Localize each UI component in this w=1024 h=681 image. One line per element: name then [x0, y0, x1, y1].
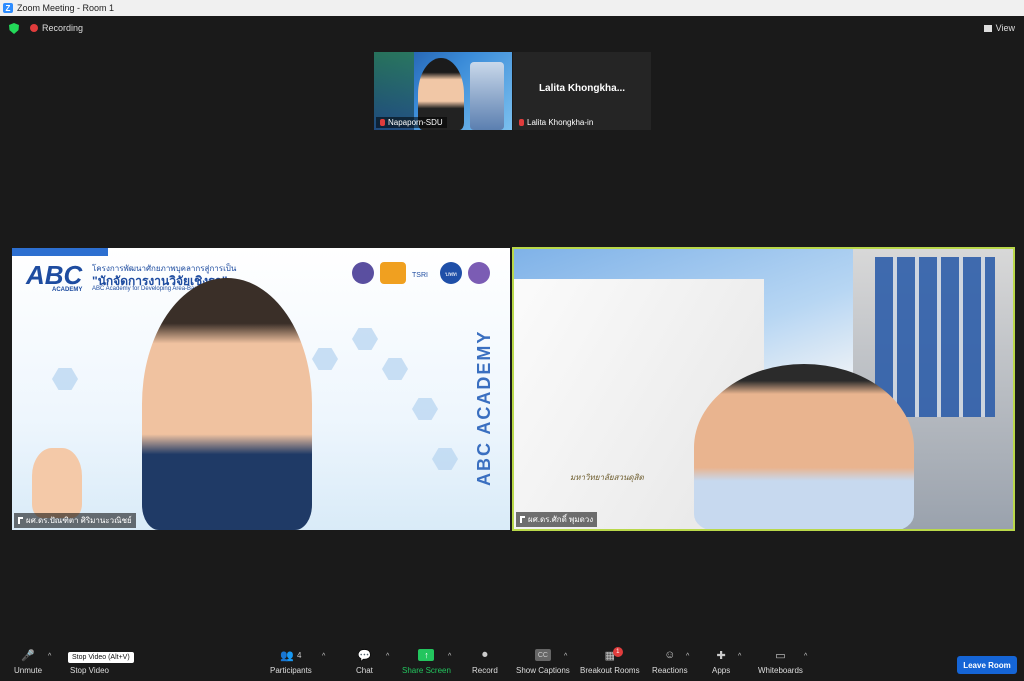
hexagon-decoration [412, 398, 438, 420]
participant-name: ผศ.ดร.ศักดิ์ พุมดวง [528, 515, 594, 524]
participant-display-name: Lalita Khongkha... [538, 83, 626, 94]
cartoon-character [32, 448, 82, 518]
reactions-icon: ☺ [664, 649, 676, 661]
participants-icon: 👥 4 [280, 649, 302, 662]
university-sign: มหาวิทยาลัยสวนดุสิต [570, 473, 644, 482]
breakout-rooms-icon: ▦ 1 [602, 647, 623, 662]
hexagon-decoration [382, 358, 408, 380]
whiteboards-options-chevron-icon[interactable]: ^ [804, 653, 807, 660]
unmute-button[interactable]: 🎤 Unmute [14, 649, 42, 676]
show-captions-button[interactable]: CC Show Captions [516, 649, 570, 675]
captions-options-chevron-icon[interactable]: ^ [564, 653, 567, 660]
zoom-logo-icon: Z [3, 3, 13, 13]
audio-options-chevron-icon[interactable]: ^ [48, 653, 51, 660]
apps-button[interactable]: ✚ Apps [712, 649, 730, 676]
microphone-muted-icon: 🎤 [21, 649, 35, 662]
hexagon-decoration [432, 448, 458, 470]
whiteboards-button[interactable]: ▭ Whiteboards [758, 649, 803, 676]
sponsor-logo-icon [468, 262, 490, 284]
sponsor-logo-icon: บพท [440, 262, 462, 284]
apps-options-chevron-icon[interactable]: ^ [738, 653, 741, 660]
sponsor-tsri-label: TSRI [412, 272, 428, 279]
meeting-toolbar: 🎤 Unmute ^ Stop Video 👥 4 Participants ^ … [0, 643, 1024, 681]
share-options-chevron-icon[interactable]: ^ [448, 653, 451, 660]
recording-indicator[interactable]: Recording [30, 23, 83, 33]
video-tile-right-active-speaker[interactable]: มหาวิทยาลัยสวนดุสิต ผศ.ดร.ศักดิ์ พุมดวง [512, 247, 1015, 531]
chat-options-chevron-icon[interactable]: ^ [386, 653, 389, 660]
title-bar: Z Zoom Meeting - Room 1 [0, 0, 1024, 16]
video-thumbnail-napaporn[interactable]: Napaporn-SDU [374, 52, 512, 130]
video-tile-left[interactable]: ABC ACADEMY โครงการพัฒนาศักยภาพบุคลากรสู่… [12, 248, 510, 530]
participant-name: Napaporn-SDU [388, 118, 443, 127]
view-button[interactable]: View [983, 23, 1015, 33]
recording-dot-icon [30, 24, 38, 32]
pin-icon [18, 517, 23, 524]
leave-room-button[interactable]: Leave Room [957, 656, 1017, 674]
participant-name-tag: ผศ.ดร.ศักดิ์ พุมดวง [516, 512, 598, 527]
sponsor-logo-icon [380, 262, 406, 284]
view-grid-icon [983, 24, 992, 32]
record-icon: ⏺ [482, 648, 488, 661]
participants-options-chevron-icon[interactable]: ^ [322, 653, 325, 660]
reactions-options-chevron-icon[interactable]: ^ [686, 653, 689, 660]
recording-label: Recording [42, 23, 84, 33]
view-label: View [995, 23, 1015, 33]
building-windows [875, 257, 995, 417]
participant-name-tag: ผศ.ดร.ปัณฑิตา ศิริมานะวณิชย์ [14, 513, 136, 528]
status-bar [0, 16, 1024, 42]
participant-name: ผศ.ดร.ปัณฑิตา ศิริมานะวณิชย์ [26, 516, 132, 525]
sponsor-logo-icon [352, 262, 374, 284]
banner-bar [12, 248, 108, 256]
window-title: Zoom Meeting - Room 1 [17, 3, 115, 13]
hexagon-decoration [352, 328, 378, 350]
chat-button[interactable]: 💬 Chat [356, 649, 373, 676]
reactions-button[interactable]: ☺ Reactions [652, 649, 688, 675]
sponsor-logos: TSRI บพท [352, 262, 490, 284]
whiteboard-icon: ▭ [775, 649, 786, 662]
abc-academy-logo: ABC ACADEMY [26, 260, 83, 293]
participant-name-tag: Napaporn-SDU [376, 117, 447, 128]
mic-muted-icon [519, 119, 524, 126]
apps-icon: ✚ [716, 649, 726, 662]
video-thumbnail-lalita[interactable]: Lalita Khongkha... Lalita Khongkha-in [513, 52, 651, 130]
participant-name: Lalita Khongkha-in [527, 118, 594, 127]
participants-button[interactable]: 👥 4 Participants [270, 649, 312, 676]
share-screen-button[interactable]: ↑ Share Screen [402, 649, 451, 675]
chat-icon: 💬 [357, 649, 372, 662]
share-screen-icon: ↑ [418, 649, 435, 661]
record-button[interactable]: ⏺ Record [472, 648, 498, 676]
hexagon-decoration [52, 368, 78, 390]
captions-icon: CC [534, 649, 551, 661]
breakout-rooms-button[interactable]: ▦ 1 Breakout Rooms [580, 647, 640, 675]
pin-icon [520, 516, 525, 523]
hexagon-decoration [312, 348, 338, 370]
participant-video-figure [694, 364, 914, 529]
participant-video-figure [142, 278, 312, 530]
participant-name-tag: Lalita Khongkha-in [515, 117, 597, 128]
abc-academy-vertical-text: ABC ACADEMY [474, 329, 494, 487]
breakout-badge: 1 [612, 647, 623, 657]
stop-video-tooltip: Stop Video (Alt+V) [68, 652, 134, 663]
mic-muted-icon [380, 119, 385, 126]
